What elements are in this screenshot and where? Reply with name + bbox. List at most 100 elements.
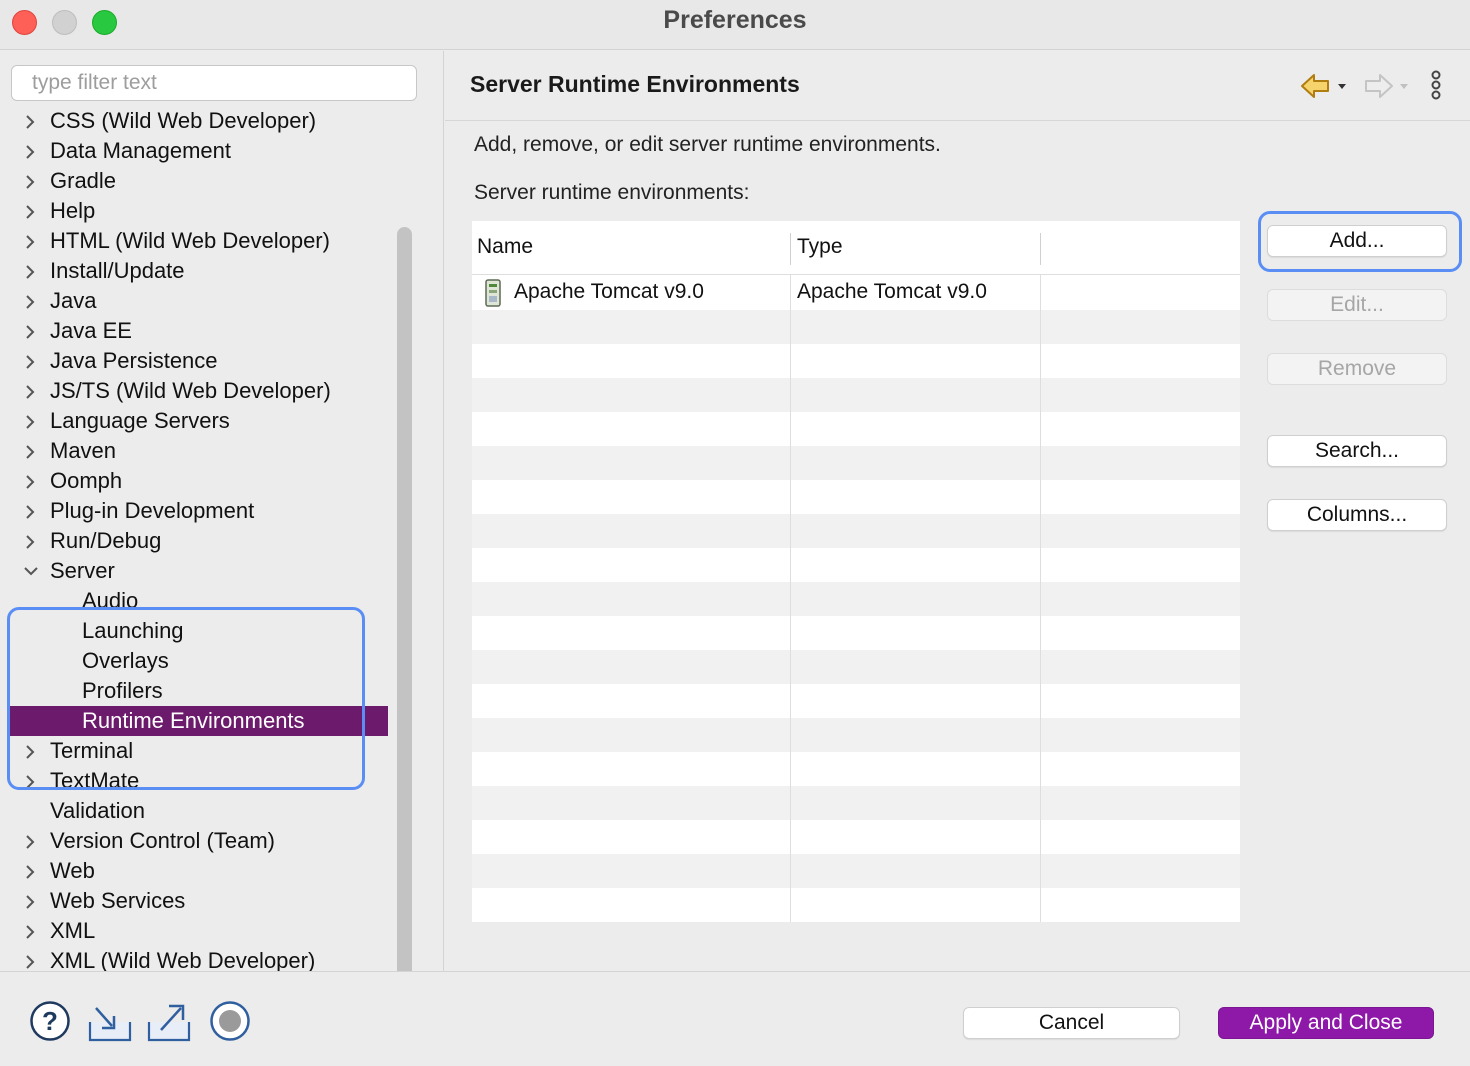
- dialog-footer: ? Cancel Apply and Close: [0, 971, 1470, 1066]
- chevron-right-icon[interactable]: [19, 856, 39, 886]
- sidebar-item-label: Language Servers: [50, 408, 230, 433]
- sidebar-item[interactable]: Overlays: [10, 646, 388, 676]
- column-header-name[interactable]: Name: [477, 235, 533, 259]
- table-row: [472, 480, 1240, 514]
- chevron-right-icon[interactable]: [19, 286, 39, 316]
- column-separator[interactable]: [790, 233, 791, 265]
- sidebar-item[interactable]: CSS (Wild Web Developer): [10, 106, 388, 136]
- chevron-right-icon[interactable]: [19, 436, 39, 466]
- sidebar-item-label: Web Services: [50, 888, 186, 913]
- page-description: Add, remove, or edit server runtime envi…: [474, 133, 941, 156]
- add-button[interactable]: Add...: [1267, 225, 1447, 257]
- sidebar-item[interactable]: Oomph: [10, 466, 388, 496]
- chevron-right-icon[interactable]: [19, 826, 39, 856]
- sidebar-item-label: Java Persistence: [50, 348, 218, 373]
- column-separator[interactable]: [1040, 233, 1041, 265]
- sidebar-item[interactable]: Java Persistence: [10, 346, 388, 376]
- chevron-right-icon[interactable]: [19, 346, 39, 376]
- oomph-record-icon[interactable]: [209, 1000, 251, 1047]
- chevron-right-icon[interactable]: [19, 466, 39, 496]
- sidebar-item[interactable]: Java: [10, 286, 388, 316]
- table-row: [472, 310, 1240, 344]
- runtime-type-cell: Apache Tomcat v9.0: [797, 280, 987, 303]
- sidebar-item-label: Web: [50, 858, 95, 883]
- chevron-right-icon[interactable]: [19, 496, 39, 526]
- remove-button[interactable]: Remove: [1267, 353, 1447, 385]
- forward-arrow-icon[interactable]: [1362, 69, 1410, 108]
- table-row: [472, 548, 1240, 582]
- runtime-name-cell: Apache Tomcat v9.0: [514, 280, 704, 303]
- chevron-down-icon[interactable]: [19, 556, 39, 586]
- chevron-right-icon[interactable]: [19, 526, 39, 556]
- sidebar-item[interactable]: Run/Debug: [10, 526, 388, 556]
- table-header: Name Type: [472, 221, 1240, 275]
- sidebar-item-label: CSS (Wild Web Developer): [50, 108, 317, 133]
- table-row: [472, 854, 1240, 888]
- chevron-right-icon[interactable]: [19, 196, 39, 226]
- sidebar-item[interactable]: Java EE: [10, 316, 388, 346]
- sidebar-item[interactable]: Terminal: [10, 736, 388, 766]
- chevron-right-icon[interactable]: [19, 766, 39, 796]
- apply-and-close-button[interactable]: Apply and Close: [1218, 1007, 1434, 1039]
- sidebar-item[interactable]: Help: [10, 196, 388, 226]
- sidebar-item[interactable]: Version Control (Team): [10, 826, 388, 856]
- sidebar-item-label: Install/Update: [50, 258, 185, 283]
- sidebar-item[interactable]: XML: [10, 916, 388, 946]
- sidebar-scrollbar-thumb[interactable]: [397, 227, 412, 987]
- table-row: [472, 616, 1240, 650]
- runtime-environments-table[interactable]: Name Type Apache Tomcat v9.0 Apache Tomca…: [472, 221, 1240, 922]
- sidebar-item[interactable]: Web: [10, 856, 388, 886]
- chevron-right-icon[interactable]: [19, 376, 39, 406]
- sidebar-item[interactable]: HTML (Wild Web Developer): [10, 226, 388, 256]
- sidebar-item[interactable]: Runtime Environments: [10, 706, 388, 736]
- help-icon[interactable]: ?: [29, 1000, 71, 1047]
- sidebar-item[interactable]: Gradle: [10, 166, 388, 196]
- sidebar-item[interactable]: Profilers: [10, 676, 388, 706]
- sidebar-item[interactable]: Install/Update: [10, 256, 388, 286]
- sidebar-item-label: Validation: [50, 798, 145, 823]
- sidebar-item[interactable]: Validation: [10, 796, 388, 826]
- chevron-right-icon[interactable]: [19, 256, 39, 286]
- chevron-right-icon[interactable]: [19, 166, 39, 196]
- sidebar-item[interactable]: JS/TS (Wild Web Developer): [10, 376, 388, 406]
- search-button[interactable]: Search...: [1267, 435, 1447, 467]
- chevron-right-icon[interactable]: [19, 226, 39, 256]
- sidebar-item-label: Launching: [82, 618, 184, 643]
- chevron-right-icon[interactable]: [19, 736, 39, 766]
- sidebar-item[interactable]: Launching: [10, 616, 388, 646]
- sidebar-item[interactable]: Web Services: [10, 886, 388, 916]
- view-menu-icon[interactable]: [1426, 69, 1446, 108]
- sidebar-item[interactable]: Data Management: [10, 136, 388, 166]
- export-icon[interactable]: [147, 1000, 191, 1047]
- cancel-button[interactable]: Cancel: [963, 1007, 1180, 1039]
- chevron-right-icon[interactable]: [19, 136, 39, 166]
- chevron-right-icon[interactable]: [19, 406, 39, 436]
- chevron-right-icon[interactable]: [19, 916, 39, 946]
- filter-input[interactable]: [11, 65, 417, 101]
- back-arrow-icon[interactable]: [1300, 69, 1348, 108]
- table-row: [472, 650, 1240, 684]
- chevron-right-icon[interactable]: [19, 106, 39, 136]
- chevron-right-icon[interactable]: [19, 316, 39, 346]
- preferences-sidebar: CSS (Wild Web Developer) Data Management G…: [0, 51, 444, 987]
- sidebar-item[interactable]: TextMate: [10, 766, 388, 796]
- edit-button[interactable]: Edit...: [1267, 289, 1447, 321]
- svg-text:?: ?: [42, 1006, 58, 1036]
- sidebar-item[interactable]: Server: [10, 556, 388, 586]
- sidebar-item[interactable]: Plug-in Development: [10, 496, 388, 526]
- table-row[interactable]: Apache Tomcat v9.0 Apache Tomcat v9.0: [472, 276, 1240, 310]
- table-row: [472, 514, 1240, 548]
- import-icon[interactable]: [88, 1000, 132, 1047]
- chevron-right-icon[interactable]: [19, 886, 39, 916]
- sidebar-item-label: XML: [50, 918, 96, 943]
- sidebar-item[interactable]: Maven: [10, 436, 388, 466]
- sidebar-item-label: JS/TS (Wild Web Developer): [50, 378, 331, 403]
- column-divider: [1040, 275, 1041, 922]
- columns-button[interactable]: Columns...: [1267, 499, 1447, 531]
- sidebar-item-label: Oomph: [50, 468, 123, 493]
- sidebar-item-label: Data Management: [50, 138, 231, 163]
- sidebar-item[interactable]: Audio: [10, 586, 388, 616]
- sidebar-item-label: Gradle: [50, 168, 117, 193]
- column-header-type[interactable]: Type: [797, 235, 843, 259]
- sidebar-item[interactable]: Language Servers: [10, 406, 388, 436]
